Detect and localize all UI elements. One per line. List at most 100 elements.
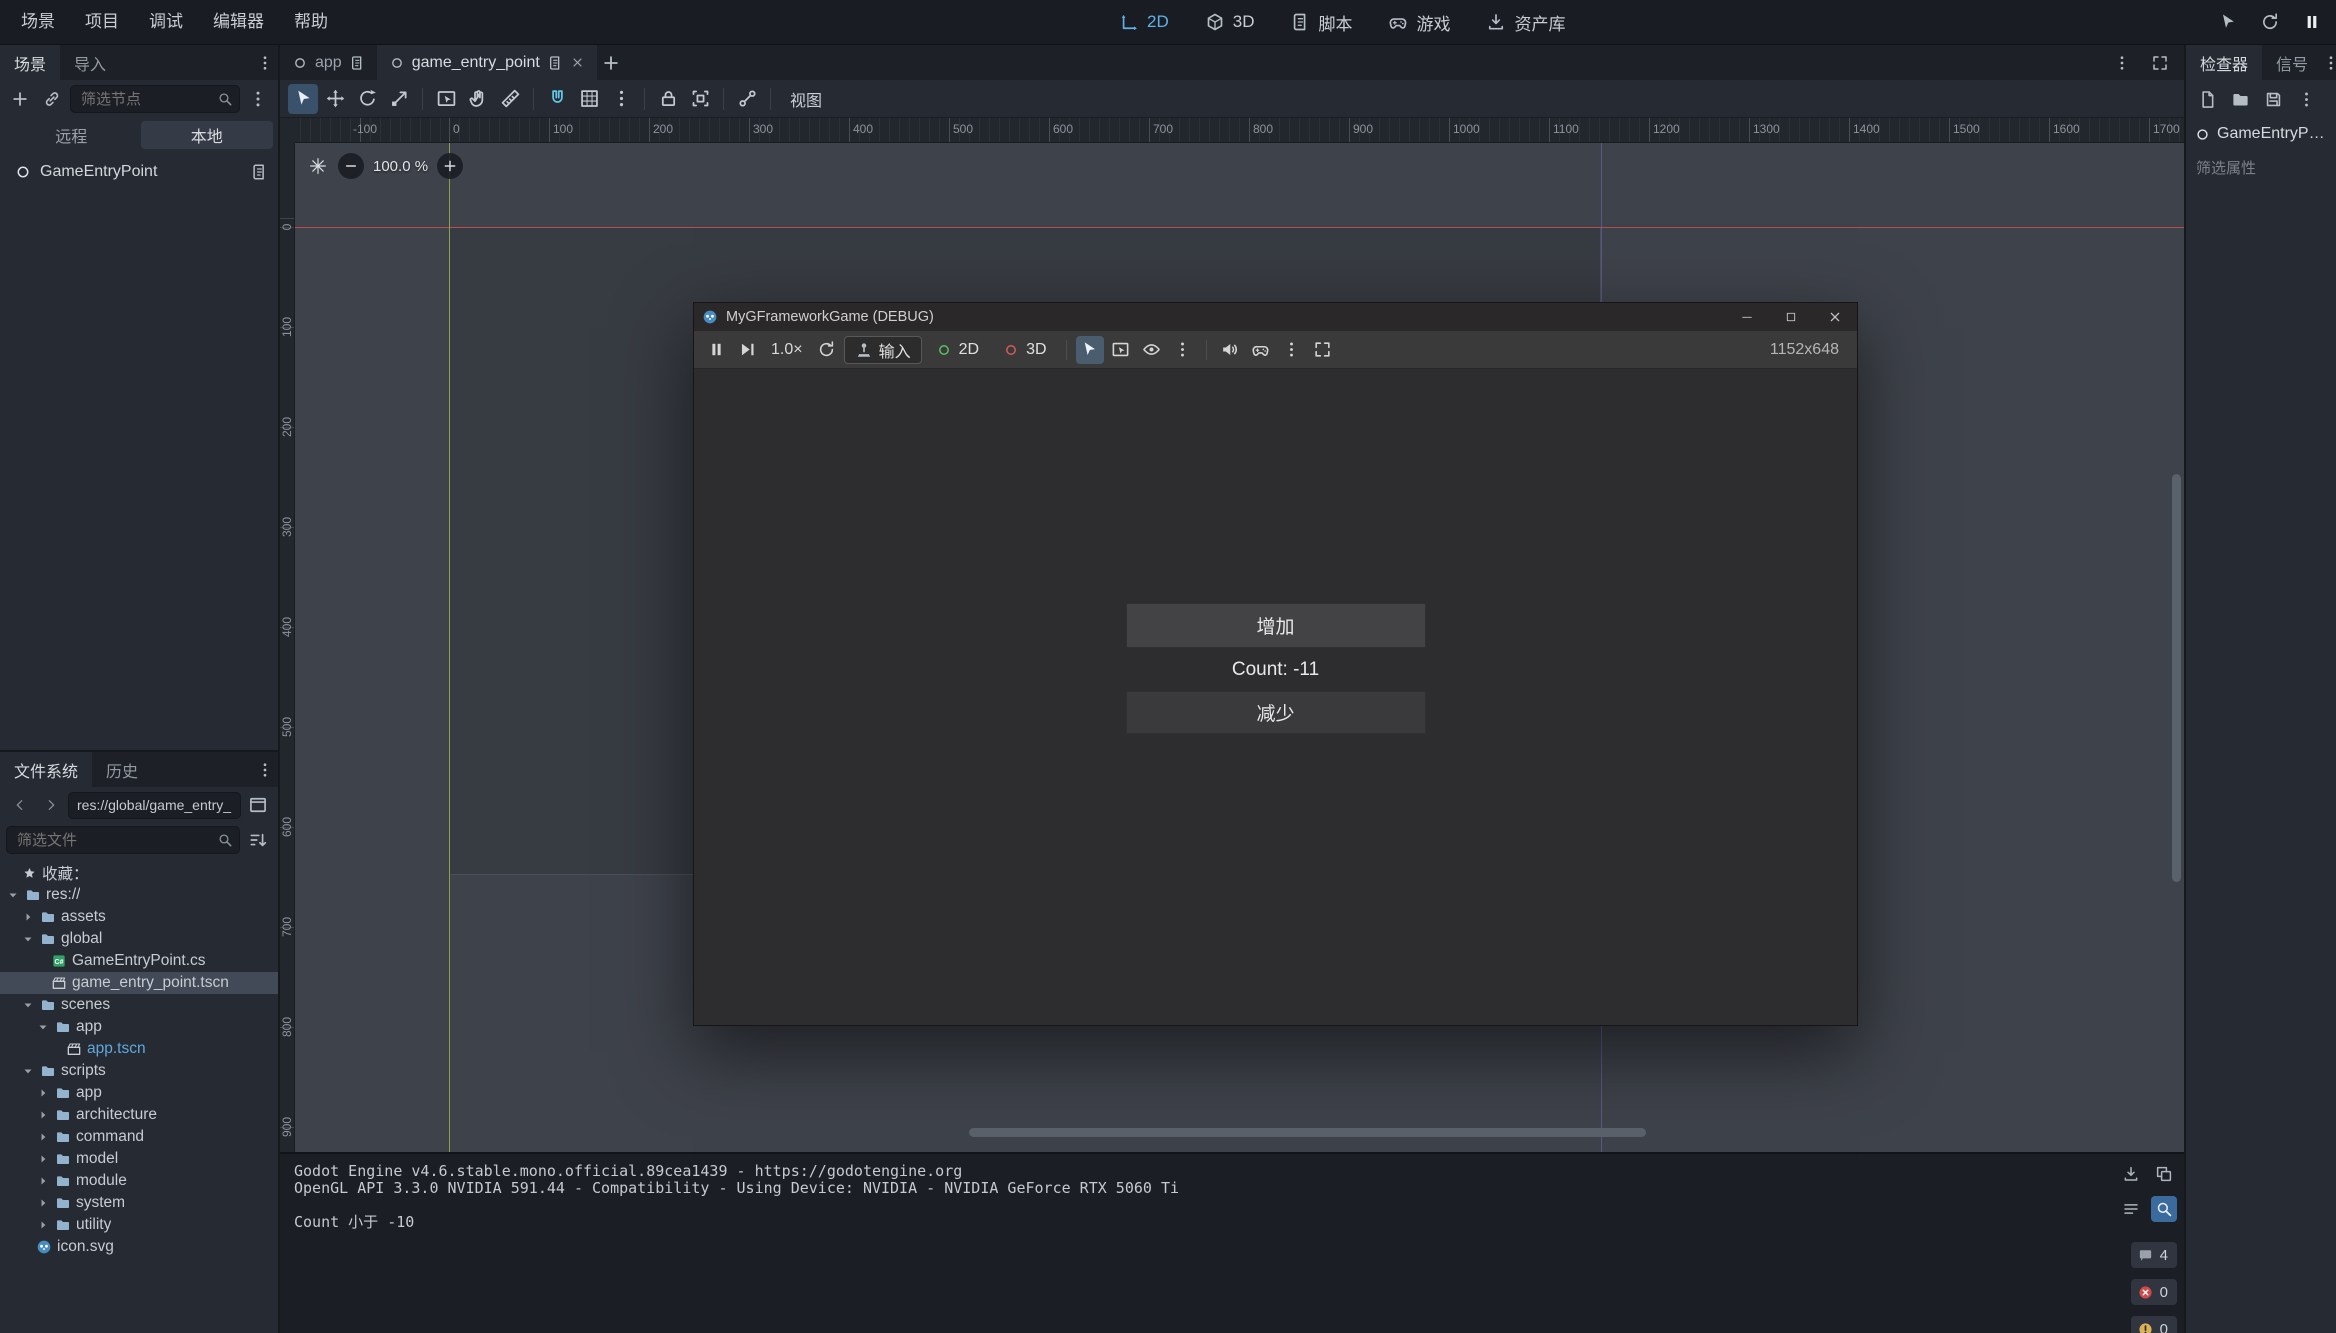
scene-dock-tab-导入[interactable]: 导入: [60, 45, 120, 80]
scene-dock-tabs-menu[interactable]: [252, 45, 278, 80]
tree-expand-icon[interactable]: [36, 1108, 50, 1122]
filesystem-dock-tab-文件系统[interactable]: 文件系统: [0, 752, 92, 787]
pick-options-button[interactable]: [1169, 336, 1197, 364]
mute-audio-button[interactable]: [1216, 336, 1244, 364]
scene-tab-app[interactable]: app: [280, 45, 377, 80]
fs-item-game_entry_point.tscn[interactable]: game_entry_point.tscn: [0, 972, 278, 994]
workspace-资产库[interactable]: 资产库: [1469, 0, 1582, 44]
filter-properties-input[interactable]: 筛选属性: [2186, 150, 2336, 185]
canvas-tool-group[interactable]: [685, 84, 715, 114]
close-tab-icon[interactable]: [570, 55, 585, 70]
inspector-tab-信号[interactable]: 信号: [2262, 45, 2322, 80]
fs-item-command[interactable]: command: [0, 1126, 278, 1148]
copy-log-button[interactable]: [2151, 1161, 2177, 1187]
menubar-menu-3[interactable]: 编辑器: [198, 0, 279, 44]
increase-button[interactable]: 增加: [1126, 603, 1426, 648]
canvas-tool-rotate[interactable]: [352, 84, 382, 114]
filter-nodes-input[interactable]: [70, 85, 240, 113]
canvas-tool-bone[interactable]: [732, 84, 762, 114]
canvas-tool-lock[interactable]: [653, 84, 683, 114]
view-menu-button[interactable]: 视图: [777, 87, 835, 111]
fs-item-system[interactable]: system: [0, 1192, 278, 1214]
restart-game-button[interactable]: [2256, 8, 2284, 36]
playback-speed[interactable]: 1.0×: [764, 341, 810, 359]
distraction-free-mode-button[interactable]: [2146, 49, 2174, 77]
embed-fullscreen-button[interactable]: [1309, 336, 1337, 364]
canvas-tool-pan[interactable]: [463, 84, 493, 114]
tree-collapse-icon[interactable]: [21, 998, 35, 1012]
inspector-tabs-menu[interactable]: [2322, 45, 2336, 80]
camera-2d-toggle[interactable]: 2D: [925, 336, 989, 364]
tree-collapse-icon[interactable]: [21, 932, 35, 946]
filesystem-dock-tabs-menu[interactable]: [252, 752, 278, 787]
fs-item-module[interactable]: module: [0, 1170, 278, 1192]
zoom-in-button[interactable]: [437, 153, 463, 179]
scene-node-GameEntryPoint[interactable]: GameEntryPoint: [0, 157, 278, 187]
tree-expand-icon[interactable]: [36, 1130, 50, 1144]
canvas-tool-ruler[interactable]: [495, 84, 525, 114]
inspector-save-button[interactable]: [2259, 85, 2287, 113]
inspector-node-row[interactable]: GameEntryPoint: [2186, 118, 2336, 150]
fs-item-scripts[interactable]: scripts: [0, 1060, 278, 1082]
next-frame-button[interactable]: [733, 336, 761, 364]
canvas-tool-move[interactable]: [320, 84, 350, 114]
fs-item-GameEntryPoint.cs[interactable]: C#GameEntryPoint.cs: [0, 950, 278, 972]
minimize-button[interactable]: [1725, 303, 1769, 331]
inspector-dots-button[interactable]: [2292, 85, 2320, 113]
scene-tree-menu-button[interactable]: [244, 85, 272, 113]
pause-game-button[interactable]: [2298, 8, 2326, 36]
tree-collapse-icon[interactable]: [36, 1020, 50, 1034]
fs-item-assets[interactable]: assets: [0, 906, 278, 928]
current-path-input[interactable]: [68, 792, 241, 819]
fs-item-global[interactable]: global: [0, 928, 278, 950]
favorites-row[interactable]: 收藏：: [0, 862, 278, 884]
output-badge-0[interactable]: 4: [2131, 1242, 2177, 1268]
more-options-button[interactable]: [1278, 336, 1306, 364]
fs-item-app[interactable]: app: [0, 1082, 278, 1104]
workspace-2D[interactable]: 2D: [1102, 0, 1186, 44]
inspector-tab-检查器[interactable]: 检查器: [2186, 45, 2262, 80]
filter-files-input[interactable]: [6, 826, 240, 854]
tree-expand-icon[interactable]: [36, 1196, 50, 1210]
tree-expand-icon[interactable]: [36, 1174, 50, 1188]
workspace-3D[interactable]: 3D: [1188, 0, 1272, 44]
visibility-options-button[interactable]: [1138, 336, 1166, 364]
input-mode-toggle[interactable]: 输入: [844, 336, 922, 364]
instantiate-scene-button[interactable]: [38, 85, 66, 113]
canvas-horizontal-scrollbar[interactable]: [969, 1128, 1646, 1137]
menubar-menu-1[interactable]: 项目: [70, 0, 134, 44]
scene-tabs-menu-button[interactable]: [2108, 49, 2136, 77]
fs-item-icon.svg[interactable]: icon.svg: [0, 1236, 278, 1258]
output-badge-1[interactable]: 0: [2131, 1279, 2177, 1305]
new-scene-tab-button[interactable]: [597, 49, 625, 77]
close-button[interactable]: [1813, 303, 1857, 331]
fs-item-model[interactable]: model: [0, 1148, 278, 1170]
tree-collapse-icon[interactable]: [6, 888, 20, 902]
filesystem-dock-tab-历史[interactable]: 历史: [92, 752, 152, 787]
remote-button[interactable]: 远程: [5, 121, 138, 149]
history-forward-button[interactable]: [37, 791, 65, 819]
canvas-vertical-scrollbar[interactable]: [2172, 474, 2181, 882]
workspace-游戏[interactable]: 游戏: [1371, 0, 1467, 44]
canvas-tool-magnet[interactable]: [542, 84, 572, 114]
tree-expand-icon[interactable]: [21, 910, 35, 924]
save-log-button[interactable]: [2118, 1161, 2144, 1187]
camera-3d-toggle[interactable]: 3D: [992, 336, 1056, 364]
workspace-脚本[interactable]: 脚本: [1273, 0, 1369, 44]
inspector-folder-button[interactable]: [2226, 85, 2254, 113]
toggle-split-mode-button[interactable]: [244, 791, 272, 819]
history-back-button[interactable]: [6, 791, 34, 819]
canvas-tool-listsel[interactable]: [431, 84, 461, 114]
scene-dock-tab-场景[interactable]: 场景: [0, 45, 60, 80]
fs-item-app[interactable]: app: [0, 1016, 278, 1038]
suspend-game-button[interactable]: [702, 336, 730, 364]
wrap-lines-button[interactable]: [2118, 1196, 2144, 1222]
zoom-level[interactable]: 100.0 %: [373, 158, 428, 175]
decrease-button[interactable]: 减少: [1126, 691, 1426, 734]
sort-files-button[interactable]: [244, 826, 272, 854]
inspector-file-button[interactable]: [2193, 85, 2221, 113]
pick-node-button[interactable]: [1076, 336, 1104, 364]
canvas-tool-cursor[interactable]: [288, 84, 318, 114]
fs-item-res://[interactable]: res://: [0, 884, 278, 906]
fs-item-scenes[interactable]: scenes: [0, 994, 278, 1016]
